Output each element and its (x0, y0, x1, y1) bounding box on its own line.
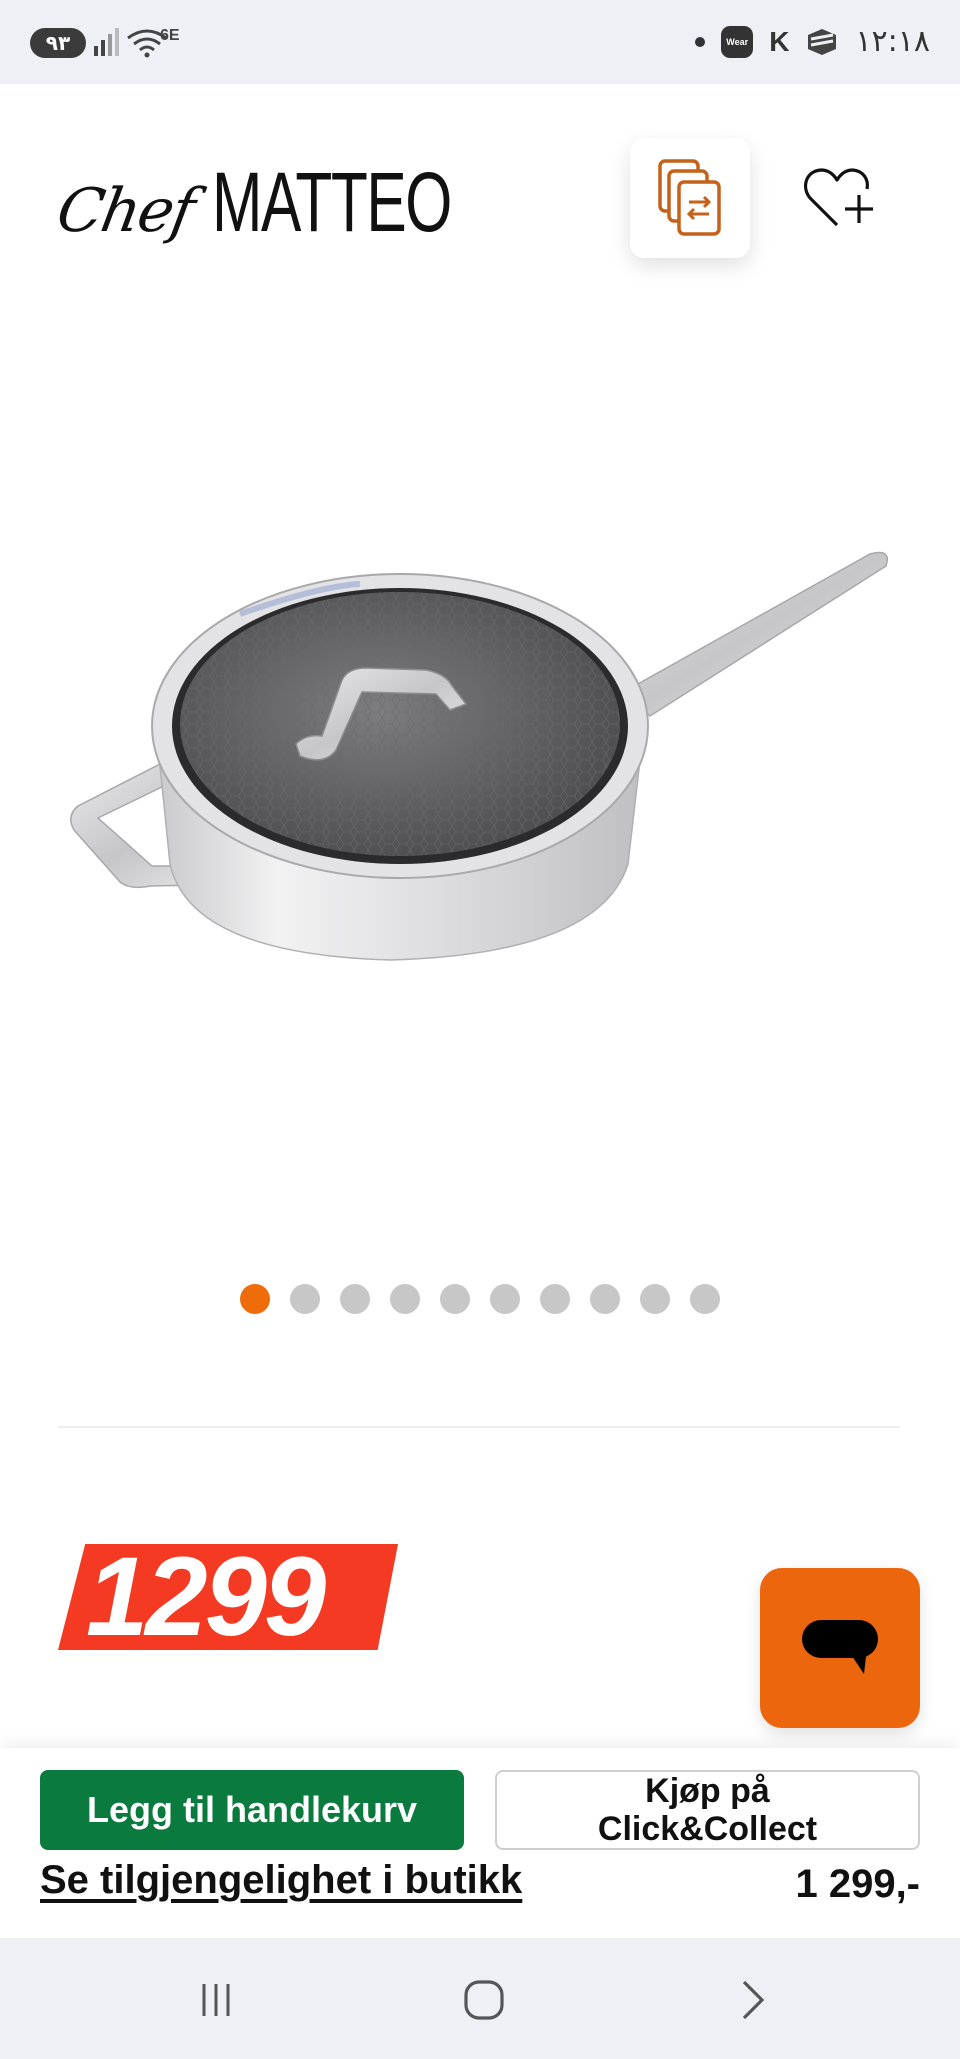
app-notification-icon (808, 28, 837, 55)
chat-button[interactable] (760, 1568, 920, 1728)
gallery-dot[interactable] (290, 1284, 320, 1314)
click-collect-button[interactable]: Kjøp på Click&Collect (495, 1770, 920, 1850)
notification-dot-icon (695, 36, 706, 47)
heart-plus-icon (803, 168, 873, 227)
network-type: 6E (160, 27, 180, 44)
gallery-dot[interactable] (540, 1284, 570, 1314)
compare-documents-icon (658, 159, 721, 236)
gallery-dot[interactable] (240, 1284, 270, 1314)
product-page: ۹۳ 6E Wear K ۱۲:۱۸ Chef MATTEO 1299 Legg… (0, 0, 960, 2059)
chevron-right-icon (742, 1980, 765, 2020)
store-availability-link[interactable]: Se tilgjengelighet i butikk (40, 1858, 522, 1903)
add-to-cart-button[interactable]: Legg til handlekurv (40, 1770, 464, 1850)
recent-apps-button[interactable] (186, 1972, 246, 2028)
section-divider (58, 1426, 900, 1428)
home-icon (464, 1980, 504, 2020)
status-time: ۱۲:۱۸ (855, 24, 930, 59)
k-app-icon: K (769, 25, 790, 57)
site-header: Chef MATTEO (0, 84, 960, 304)
click-collect-line2: Click&Collect (597, 1810, 818, 1848)
chat-bubble-icon (802, 1620, 878, 1674)
status-bar: ۹۳ 6E Wear K ۱۲:۱۸ (0, 0, 960, 84)
status-right: Wear K ۱۲:۱۸ (695, 24, 930, 59)
gallery-dot[interactable] (390, 1284, 420, 1314)
gallery-dot[interactable] (690, 1284, 720, 1314)
gallery-pagination (0, 1284, 960, 1314)
product-gallery[interactable] (0, 304, 960, 1264)
product-price: 1 299,- (795, 1862, 920, 1906)
home-button[interactable] (454, 1972, 514, 2028)
battery-indicator: ۹۳ (30, 28, 86, 58)
system-nav-bar (0, 1938, 960, 2059)
gallery-dot[interactable] (640, 1284, 670, 1314)
compare-button[interactable] (630, 138, 750, 258)
gallery-dot[interactable] (590, 1284, 620, 1314)
click-collect-line1: Kjøp på (645, 1772, 770, 1810)
status-left: ۹۳ 6E (30, 27, 180, 58)
gallery-dot[interactable] (490, 1284, 520, 1314)
recent-apps-icon (202, 1984, 230, 2016)
logo-script-text: Chef (51, 176, 199, 246)
product-image (70, 551, 888, 961)
signal-icon (94, 28, 119, 56)
buy-bar: Legg til handlekurv Kjøp på Click&Collec… (0, 1748, 960, 1938)
back-button[interactable] (722, 1972, 782, 2028)
price-badge-value: 1299 (86, 1534, 326, 1659)
brand-logo[interactable]: Chef MATTEO (52, 154, 544, 251)
gallery-dot[interactable] (340, 1284, 370, 1314)
gallery-dot[interactable] (440, 1284, 470, 1314)
wear-app-icon: Wear (721, 25, 754, 58)
logo-brand-text: MATTEO (212, 155, 452, 249)
price-badge: 1299 (58, 1538, 398, 1656)
wishlist-button[interactable] (800, 158, 880, 238)
